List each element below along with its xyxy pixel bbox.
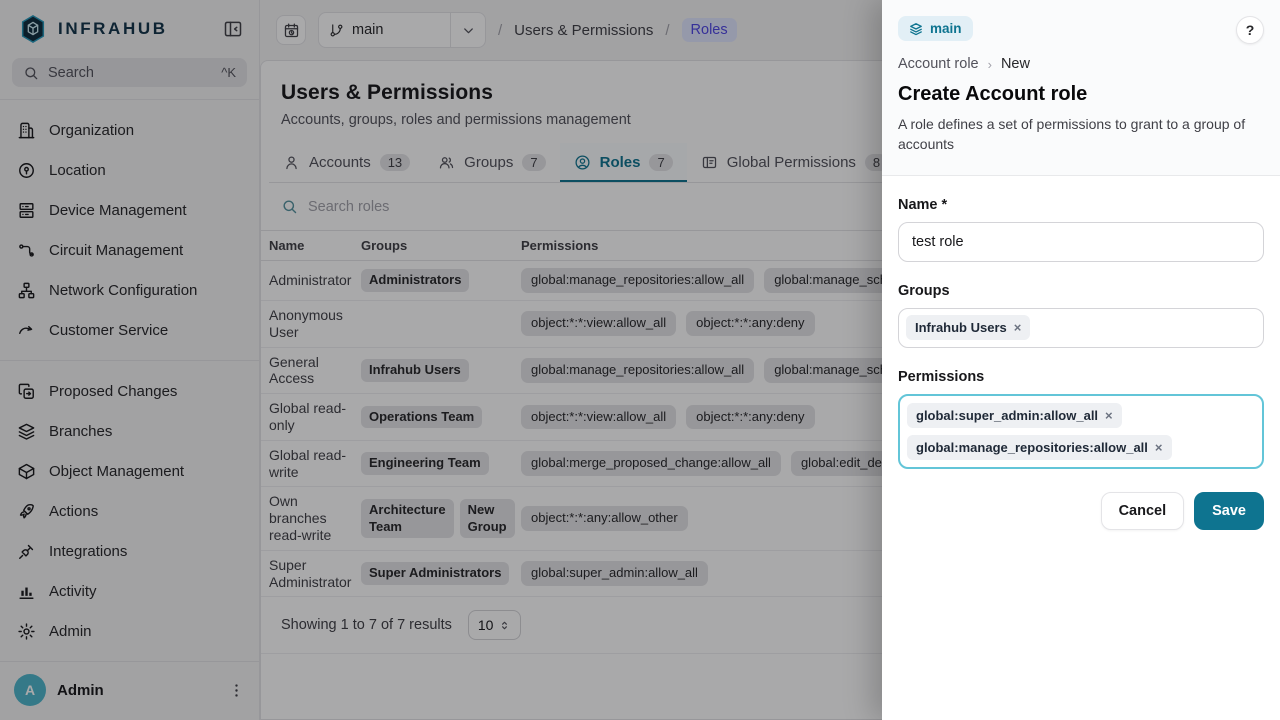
drawer-title: Create Account role xyxy=(898,83,1264,106)
groups-select[interactable]: Infrahub Users xyxy=(898,308,1264,348)
permission-tag: global:manage_repositories:allow_all xyxy=(907,435,1172,460)
remove-tag-icon[interactable] xyxy=(1105,409,1113,422)
drawer-header: main ? Account role › New Create Account… xyxy=(882,0,1280,176)
permissions-select[interactable]: global:super_admin:allow_all global:mana… xyxy=(898,394,1264,469)
permission-tag-label: global:manage_repositories:allow_all xyxy=(916,440,1148,455)
permissions-label: Permissions xyxy=(898,369,1264,385)
chevron-right-icon: › xyxy=(988,57,992,72)
drawer-breadcrumb: Account role › New xyxy=(898,56,1264,72)
create-role-drawer: main ? Account role › New Create Account… xyxy=(882,0,1280,720)
branch-badge[interactable]: main xyxy=(898,16,973,41)
branch-badge-label: main xyxy=(930,21,962,36)
layers-icon xyxy=(909,22,923,36)
create-role-form: Name * Groups Infrahub Users Permissions… xyxy=(882,176,1280,720)
save-button[interactable]: Save xyxy=(1194,492,1264,530)
groups-label: Groups xyxy=(898,283,1264,299)
name-field[interactable] xyxy=(898,222,1264,262)
drawer-breadcrumb-parent[interactable]: Account role xyxy=(898,56,979,72)
drawer-breadcrumb-current: New xyxy=(1001,56,1030,72)
name-label: Name * xyxy=(898,197,1264,213)
app-root: INFRAHUB Search ^K Organization Location xyxy=(0,0,1280,720)
remove-tag-icon[interactable] xyxy=(1155,441,1163,454)
permission-tag-label: global:super_admin:allow_all xyxy=(916,408,1098,423)
cancel-button[interactable]: Cancel xyxy=(1101,492,1185,530)
permission-tag: global:super_admin:allow_all xyxy=(907,403,1122,428)
group-tag-label: Infrahub Users xyxy=(915,320,1007,335)
group-tag: Infrahub Users xyxy=(906,315,1030,340)
remove-tag-icon[interactable] xyxy=(1014,321,1022,334)
drawer-description: A role defines a set of permissions to g… xyxy=(898,114,1260,155)
help-button[interactable]: ? xyxy=(1236,16,1264,44)
drawer-actions: Cancel Save xyxy=(898,492,1264,530)
